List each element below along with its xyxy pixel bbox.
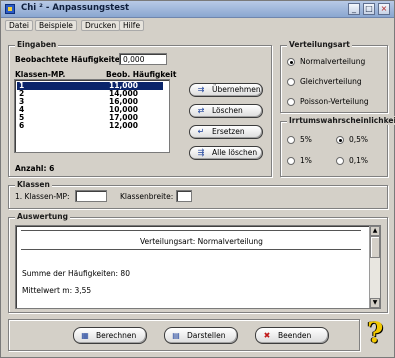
frequency-list[interactable]: 1 11,000 2 14,000 3 16,000 4 10,000 5 17… [14, 79, 170, 153]
radio-5-percent[interactable] [287, 136, 295, 144]
darstellen-label: Darstellen [187, 331, 226, 340]
list-item[interactable]: 5 17,000 [17, 114, 163, 122]
radio-normalverteilung[interactable] [287, 58, 295, 66]
count-label: Anzahl: 6 [15, 164, 55, 173]
radio-gleichverteilung[interactable] [287, 78, 295, 86]
verteilungsart-legend: Verteilungsart [287, 40, 352, 49]
frequency-input[interactable]: 0,000 [119, 53, 167, 65]
berechnen-label: Berechnen [96, 331, 137, 340]
close-icon[interactable]: × [378, 3, 390, 15]
exit-icon: ✖ [263, 331, 271, 340]
auswertung-legend: Auswertung [15, 212, 70, 221]
frequency-label: Beobachtete Häufigkeiten: [15, 55, 129, 64]
class-width-input[interactable] [176, 190, 192, 202]
klassen-group: Klassen 1. Klassen-MP: Klassenbreite: [8, 180, 388, 209]
menu-bar: Datei Beispiele Drucken Hilfe [1, 18, 394, 32]
radio-1-percent[interactable] [287, 157, 295, 165]
clear-all-icon: ⇶ [197, 148, 205, 157]
chart-icon: ▤ [172, 331, 180, 340]
list-item-class: 6 [19, 121, 25, 130]
ersetzen-button[interactable]: ↵ Ersetzen [189, 125, 263, 139]
option-0-1-percent[interactable]: 0,1% [349, 156, 368, 165]
verteilungsart-group: Verteilungsart Normalverteilung Gleichve… [280, 40, 388, 113]
result-mean: Mittelwert m: 3,55 [22, 286, 92, 295]
auswertung-group: Auswertung Verteilungsart: Normalverteil… [8, 212, 388, 313]
alle-loeschen-label: Alle löschen [212, 148, 258, 157]
loeschen-button[interactable]: ⇄ Löschen [189, 104, 263, 118]
divider [21, 230, 361, 231]
alle-loeschen-button[interactable]: ⇶ Alle löschen [189, 146, 263, 160]
list-item-frequency: 12,000 [109, 121, 138, 130]
berechnen-button[interactable]: ▦ Berechnen [73, 327, 147, 344]
list-item[interactable]: 3 16,000 [17, 98, 163, 106]
results-output[interactable]: Verteilungsart: Normalverteilung Summe d… [15, 225, 381, 309]
first-class-label: 1. Klassen-MP: [15, 192, 70, 201]
delete-entry-icon: ⇄ [197, 106, 205, 115]
class-width-label: Klassenbreite: [120, 192, 174, 201]
app-window: Chi ² - Anpassungstest _ □ × Datei Beisp… [0, 0, 395, 358]
maximize-icon[interactable]: □ [363, 3, 375, 15]
uebernehmen-label: Übernehmen [212, 85, 261, 94]
radio-0-5-percent[interactable] [336, 136, 344, 144]
option-poisson[interactable]: Poisson-Verteilung [300, 97, 369, 106]
radio-poisson[interactable] [287, 98, 295, 106]
list-item[interactable]: 1 11,000 [17, 82, 163, 90]
irrtum-group: Irrtumswahrscheinlichkeit 5% 0,5% 1% 0,1… [280, 116, 395, 177]
option-0-5-percent[interactable]: 0,5% [349, 135, 368, 144]
menu-drucken[interactable]: Drucken [81, 20, 121, 31]
first-class-input[interactable] [75, 190, 107, 202]
darstellen-button[interactable]: ▤ Darstellen [164, 327, 238, 344]
footer-panel: ▦ Berechnen ▤ Darstellen ✖ Beenden [8, 319, 360, 351]
scroll-down-icon[interactable]: ▼ [370, 298, 380, 308]
list-item[interactable]: 2 14,000 [17, 90, 163, 98]
option-1-percent[interactable]: 1% [300, 156, 312, 165]
title-bar[interactable]: Chi ² - Anpassungstest _ □ × [1, 1, 394, 18]
column-header-class: Klassen-MP. [15, 70, 66, 79]
add-list-icon: ⇉ [197, 85, 205, 94]
klassen-legend: Klassen [15, 180, 52, 189]
loeschen-label: Löschen [212, 106, 243, 115]
result-sum: Summe der Häufigkeiten: 80 [22, 269, 130, 278]
app-icon [5, 4, 15, 14]
scroll-thumb[interactable] [370, 236, 380, 258]
scroll-up-icon[interactable]: ▲ [370, 226, 380, 236]
ersetzen-label: Ersetzen [212, 127, 245, 136]
minimize-icon[interactable]: _ [348, 3, 360, 15]
result-distribution: Verteilungsart: Normalverteilung [140, 237, 263, 246]
results-scrollbar[interactable]: ▲ ▼ [369, 226, 380, 308]
option-5-percent[interactable]: 5% [300, 135, 312, 144]
eingaben-group: Eingaben Beobachtete Häufigkeiten: 0,000… [8, 40, 272, 177]
radio-0-1-percent[interactable] [336, 157, 344, 165]
menu-datei[interactable]: Datei [5, 20, 34, 31]
uebernehmen-button[interactable]: ⇉ Übernehmen [189, 83, 263, 97]
eingaben-legend: Eingaben [15, 40, 59, 49]
column-header-frequency: Beob. Häufigkeit [106, 70, 177, 79]
divider [21, 249, 361, 250]
beenden-label: Beenden [278, 331, 312, 340]
option-gleichverteilung[interactable]: Gleichverteilung [300, 77, 362, 86]
menu-beispiele[interactable]: Beispiele [35, 20, 77, 31]
option-normalverteilung[interactable]: Normalverteilung [300, 57, 365, 66]
list-item[interactable]: 6 12,000 [17, 122, 163, 130]
menu-hilfe[interactable]: Hilfe [119, 20, 145, 31]
beenden-button[interactable]: ✖ Beenden [255, 327, 329, 344]
calculator-icon: ▦ [81, 331, 89, 340]
irrtum-legend: Irrtumswahrscheinlichkeit [287, 116, 395, 125]
replace-icon: ↵ [197, 127, 205, 136]
list-item[interactable]: 4 10,000 [17, 106, 163, 114]
window-title: Chi ² - Anpassungstest [21, 3, 130, 13]
help-icon[interactable]: ? [367, 319, 389, 349]
